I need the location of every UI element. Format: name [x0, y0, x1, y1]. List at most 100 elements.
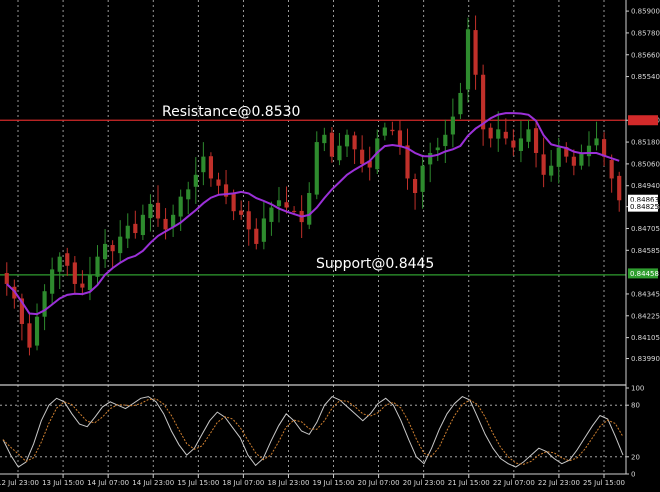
candle-body: [284, 202, 289, 208]
x-tick-label: 25 Jul 15:00: [583, 479, 625, 487]
oscillator-signal-line: [2, 398, 624, 465]
candle-body: [458, 92, 463, 115]
candle-body: [428, 152, 433, 165]
candle-body: [42, 291, 47, 317]
candle-body: [163, 218, 168, 230]
candle-body: [102, 243, 108, 260]
osc-y-tick-label: 20: [631, 453, 640, 461]
y-tick-label: 0.85540: [631, 73, 660, 81]
candle-body: [148, 203, 153, 219]
candle-body: [571, 156, 576, 166]
x-tick-label: 14 Jul 07:00: [87, 479, 129, 487]
x-tick-label: 14 Jul 23:00: [132, 479, 174, 487]
x-tick-label: 22 Jul 07:00: [493, 479, 535, 487]
y-tick-label: 0.84940: [631, 182, 660, 190]
candle-body: [4, 273, 9, 284]
y-tick-label: 0.84105: [631, 334, 660, 342]
candle-body: [261, 218, 266, 242]
candle-body: [34, 316, 40, 346]
candle-body: [435, 147, 440, 151]
candle-body: [239, 210, 244, 215]
candle-body: [171, 214, 176, 227]
candle-body: [549, 165, 554, 176]
candle-body: [133, 223, 138, 234]
x-tick-label: 20 Jul 23:00: [403, 479, 445, 487]
osc-y-tick-label: 100: [631, 385, 644, 393]
candle-body: [276, 200, 282, 207]
candle-body: [314, 142, 319, 195]
candle-body: [579, 152, 584, 166]
candle-body: [201, 156, 206, 173]
candle-body: [352, 135, 357, 150]
candle-body: [292, 210, 297, 212]
candle-body: [118, 236, 123, 254]
candle-body: [87, 274, 93, 290]
candle-body: [443, 134, 448, 147]
candle-body: [50, 269, 55, 294]
candle-body: [609, 160, 614, 179]
candle-body: [473, 30, 478, 75]
axes: 12 Jul 23:00 13 Jul 15:00 14 Jul 07:00 14 J…: [0, 0, 660, 487]
y-tick-label: 0.85180: [631, 139, 660, 147]
candle-body: [65, 253, 70, 266]
candle-body: [526, 129, 531, 142]
candle-body: [337, 145, 342, 161]
candle-body: [556, 147, 561, 167]
candle-body: [95, 256, 100, 277]
candle-body: [488, 127, 493, 139]
moving-average: [6, 112, 620, 316]
resistance-label: Resistance@0.8530: [162, 104, 300, 120]
moving-average-line: [6, 112, 620, 316]
x-tick-label: 20 Jul 07:00: [358, 479, 400, 487]
candle-body: [125, 225, 130, 239]
candle-body: [110, 245, 115, 252]
candle-body: [329, 132, 334, 157]
candle-body: [586, 145, 592, 157]
support-label: Support@0.8445: [316, 256, 434, 272]
y-tick-label: 0.85900: [631, 8, 660, 16]
candle-body: [412, 179, 418, 193]
support-resistance-lines: [0, 119, 626, 276]
candle-body: [57, 256, 62, 272]
candle-body: [254, 228, 259, 244]
candle-body: [269, 207, 274, 222]
y-tick-label: 0.85060: [631, 160, 660, 168]
x-tick-label: 13 Jul 15:00: [42, 479, 84, 487]
candle-body: [397, 130, 403, 146]
candle-body: [231, 193, 236, 212]
x-tick-label: 12 Jul 23:00: [0, 479, 39, 487]
x-tick-label: 22 Jul 23:00: [538, 479, 580, 487]
candle-body: [420, 165, 425, 192]
y-tick-label: 0.84345: [631, 290, 660, 298]
candlestick-series: [4, 15, 622, 356]
y-tick-label: 0.83990: [631, 355, 660, 363]
candle-body: [322, 134, 327, 144]
candle-body: [193, 174, 198, 187]
y-tick-label: 0.84705: [631, 225, 660, 233]
forex-chart: Resistance@0.8530 Support@0.8445 12 Jul 2…: [0, 0, 660, 492]
candle-body: [360, 149, 365, 164]
candle-body: [155, 202, 161, 219]
candle-body: [216, 179, 221, 186]
candle-body: [518, 138, 524, 152]
candle-body: [186, 189, 191, 200]
osc-y-tick-label: 0: [631, 471, 635, 479]
candle-body: [390, 129, 395, 132]
candle-body: [80, 283, 85, 288]
y-tick-label: 0.85780: [631, 29, 660, 37]
osc-y-tick-label: 80: [631, 402, 640, 410]
candle-body: [503, 131, 508, 139]
stochastic-oscillator: [0, 395, 626, 468]
candle-body: [178, 196, 183, 217]
resistance-price-tag: [628, 115, 658, 126]
annotations: Resistance@0.8530 Support@0.8445: [162, 104, 434, 272]
candle-body: [450, 116, 455, 135]
candle-body: [246, 211, 251, 230]
candle-body: [27, 323, 32, 348]
price-chart: Resistance@0.8530 Support@0.8445 12 Jul 2…: [0, 0, 660, 487]
candle-body: [72, 262, 77, 284]
y-tick-label: 0.84225: [631, 312, 660, 320]
x-tick-label: 18 Jul 23:00: [267, 479, 309, 487]
candle-body: [594, 138, 599, 146]
candle-body: [481, 74, 486, 130]
